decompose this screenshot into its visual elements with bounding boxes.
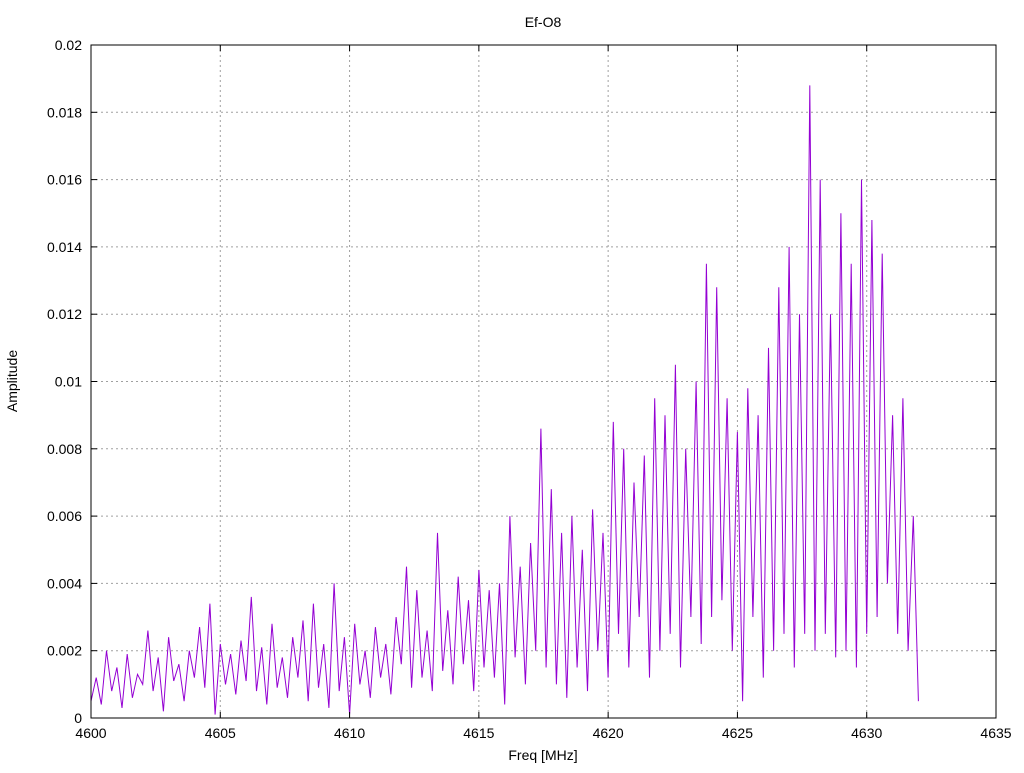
y-tick-label: 0 [74,710,82,726]
y-axis-label: Amplitude [4,350,20,412]
grid [91,45,996,718]
y-tick-label: 0.004 [47,575,82,591]
x-tick-label: 4630 [851,725,882,741]
x-tick-label: 4620 [593,725,624,741]
x-tick-label: 4625 [722,725,753,741]
chart-title: Ef-O8 [525,14,562,30]
y-tick-label: 0.006 [47,508,82,524]
x-tick-label: 4605 [205,725,236,741]
chart: 4600 4605 4610 4615 4620 4625 4630 4635 0 0.002 0.… [4,14,1012,763]
y-tick-label: 0.01 [55,374,82,390]
y-tick-label: 0.002 [47,643,82,659]
y-tick-label: 0.018 [47,104,82,120]
x-tick-label: 4615 [463,725,494,741]
y-tick-label: 0.014 [47,239,82,255]
x-tick-label: 4600 [75,725,106,741]
y-tick-label: 0.02 [55,37,82,53]
x-tick-label: 4610 [334,725,365,741]
y-tick-label: 0.016 [47,172,82,188]
series-line [90,85,919,715]
y-tick-label: 0.012 [47,306,82,322]
x-axis-label: Freq [MHz] [508,747,577,763]
y-tick-label: 0.008 [47,441,82,457]
x-tick-label: 4635 [980,725,1011,741]
